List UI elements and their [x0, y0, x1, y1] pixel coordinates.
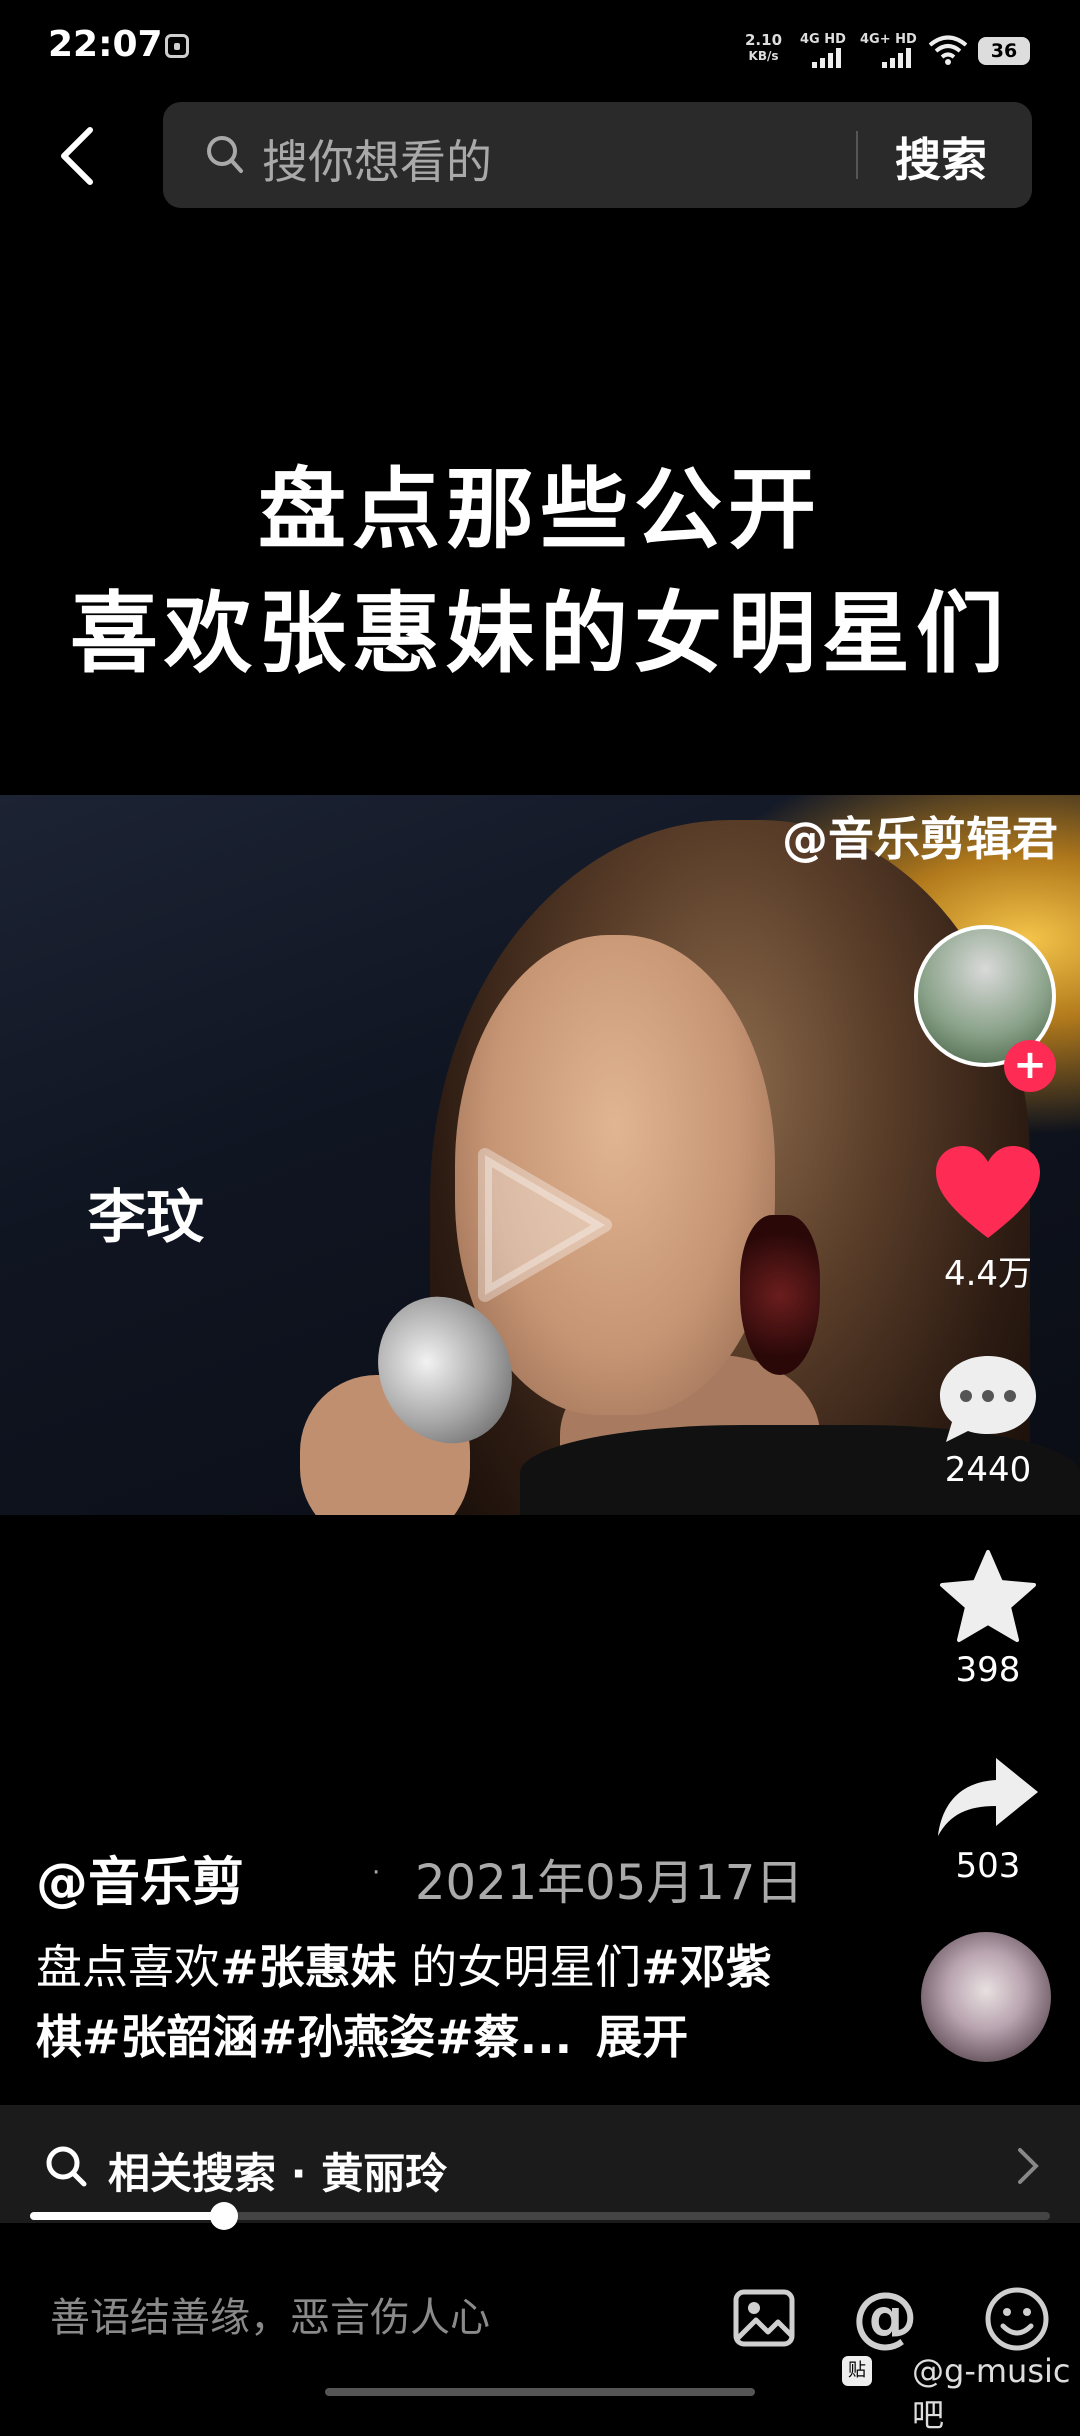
- share-arrow-icon[interactable]: [932, 1752, 1044, 1842]
- net-speed-value: 2.10: [745, 31, 783, 49]
- expand-button[interactable]: 展开: [596, 2010, 688, 2064]
- status-time: 22:07: [48, 24, 163, 65]
- caption-hashtag[interactable]: #张惠妹: [220, 1940, 397, 1994]
- lock-icon: [165, 34, 189, 58]
- mention-icon[interactable]: @: [852, 2278, 918, 2355]
- back-arrow-icon[interactable]: [52, 124, 100, 188]
- search-button[interactable]: 搜索: [895, 124, 987, 190]
- date-separator: ·: [372, 1858, 381, 1888]
- related-search-label[interactable]: 相关搜索 · 黄丽玲: [108, 2140, 447, 2201]
- like-heart-icon[interactable]: [932, 1142, 1044, 1242]
- favorite-star-icon[interactable]: [932, 1548, 1044, 1646]
- play-icon[interactable]: [455, 1140, 625, 1310]
- headline-line-1: 盘点那些公开: [257, 458, 822, 561]
- signal-1-label: 4G HD: [800, 32, 846, 47]
- music-disc[interactable]: [921, 1932, 1051, 2062]
- signal-1-icon: [812, 48, 844, 70]
- chevron-right-icon: [1018, 2148, 1039, 2184]
- emoji-icon[interactable]: [984, 2286, 1050, 2352]
- signal-2-label: 4G+ HD: [860, 32, 917, 47]
- video-watermark: @音乐剪辑君: [782, 812, 1058, 866]
- search-input[interactable]: 搜你想看的: [262, 126, 492, 192]
- wifi-icon: [928, 35, 968, 65]
- headline-line-2: 喜欢张惠妹的女明星们: [69, 582, 1010, 685]
- net-speed-unit: KB/s: [748, 49, 779, 63]
- like-count: 4.4万: [943, 1254, 1033, 1294]
- comment-input[interactable]: 善语结善缘，恶言伤人心: [50, 2285, 490, 2343]
- video-frame[interactable]: 李玟 @音乐剪辑君: [0, 795, 1080, 1515]
- comment-count: 2440: [944, 1450, 1032, 1490]
- post-caption: 盘点喜欢#张惠妹 的女明星们#邓紫棋#张韶涵#孙燕姿#蔡... 展开: [36, 1932, 816, 2072]
- author-name[interactable]: @音乐剪: [36, 1840, 244, 1915]
- video-name-overlay: 李玟: [88, 1183, 205, 1251]
- progress-fill: [30, 2212, 224, 2220]
- search-icon: [207, 136, 243, 173]
- caption-text: 盘点喜欢: [36, 1940, 220, 1994]
- image-icon[interactable]: [732, 2288, 796, 2348]
- home-indicator: [325, 2388, 755, 2396]
- search-divider: [856, 131, 858, 179]
- search-icon: [46, 2146, 87, 2187]
- follow-button[interactable]: +: [1004, 1040, 1056, 1092]
- source-watermark: @g-music吧: [912, 2352, 1071, 2434]
- earring: [740, 1215, 820, 1375]
- battery-indicator: 36: [978, 37, 1030, 65]
- progress-handle[interactable]: [209, 2202, 238, 2230]
- share-count: 503: [955, 1846, 1021, 1886]
- favorite-count: 398: [955, 1650, 1021, 1690]
- net-speed: 2.10 KB/s: [745, 32, 782, 64]
- caption-text: 的女明星们: [396, 1940, 642, 1994]
- comment-icon[interactable]: [932, 1350, 1044, 1446]
- video-headline: 盘点那些公开 喜欢张惠妹的女明星们: [0, 448, 1080, 696]
- source-badge: 贴: [842, 2356, 872, 2386]
- post-date: 2021年05月17日: [415, 1855, 804, 1911]
- signal-2-icon: [882, 48, 914, 70]
